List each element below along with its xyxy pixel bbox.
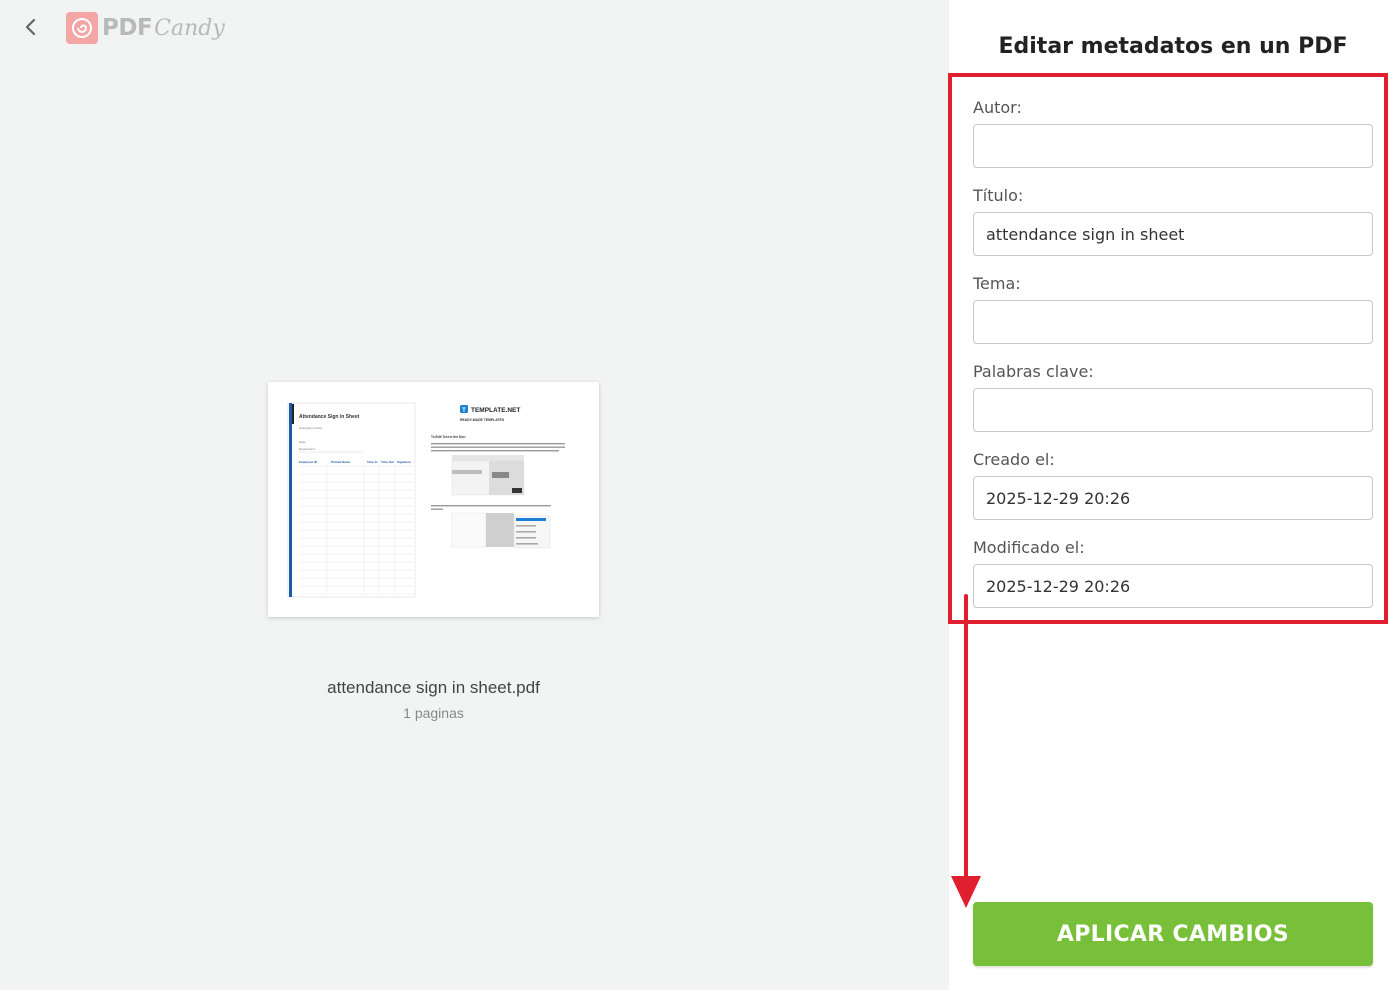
thumb-left-title: Attendance Sign in Sheet [299, 414, 360, 420]
thumb-left-date: Date: [299, 440, 306, 444]
modified-input[interactable] [973, 564, 1373, 608]
created-input[interactable] [973, 476, 1373, 520]
thumb-left-department: Department: [299, 447, 316, 451]
apply-changes-button[interactable]: APLICAR CAMBIOS [973, 902, 1373, 966]
thumb-right-text-lines [431, 443, 565, 452]
thumbnail-page: Attendance Sign in Sheet [Company name] … [287, 402, 565, 598]
candy-logo-icon [66, 12, 98, 44]
back-button[interactable] [18, 14, 44, 40]
logo-candy-text: Candy [154, 15, 225, 41]
logo-pdf-text: PDF [102, 15, 153, 41]
thumb-col-4: Time Out [381, 460, 394, 464]
thumb-left-subtitle: [Company name] [299, 426, 322, 430]
keywords-input[interactable] [973, 388, 1373, 432]
pdf-thumbnail[interactable]: Attendance Sign in Sheet [Company name] … [268, 382, 599, 617]
thumb-col-5: Signature [397, 460, 411, 464]
author-label: Autor: [973, 98, 1022, 117]
title-input[interactable] [973, 212, 1373, 256]
keywords-label: Palabras clave: [973, 362, 1094, 381]
thumb-col-1: Employee ID [299, 460, 318, 464]
thumb-brand-sub: READY-MADE TEMPLATES [460, 418, 505, 422]
pdfcandy-logo[interactable]: PDF Candy [66, 11, 225, 45]
down-arrow-icon [951, 594, 981, 908]
created-label: Creado el: [973, 450, 1055, 469]
thumb-col-2: Printed Name [331, 460, 351, 464]
modified-label: Modificado el: [973, 538, 1085, 557]
subject-label: Tema: [973, 274, 1021, 293]
preview-area: PDF Candy Attendance Sign in Sheet [Comp… [0, 0, 949, 990]
thumb-right-heading: To Edit Text in the Doc: [431, 435, 466, 439]
thumb-right-text-lines-2 [431, 505, 551, 510]
file-page-count: 1 paginas [403, 705, 464, 721]
svg-text:T: T [462, 408, 466, 414]
file-name: attendance sign in sheet.pdf [327, 678, 540, 697]
chevron-left-icon [25, 18, 36, 36]
author-input[interactable] [973, 124, 1373, 168]
thumb-brand: TEMPLATE.NET [471, 407, 520, 414]
title-label: Título: [973, 186, 1024, 205]
thumb-screenshot-1 [451, 455, 525, 496]
thumb-screenshot-2 [451, 512, 551, 549]
thumb-col-3: Time In [367, 460, 378, 464]
subject-input[interactable] [973, 300, 1373, 344]
panel-title: Editar metadatos en un PDF [998, 34, 1348, 59]
